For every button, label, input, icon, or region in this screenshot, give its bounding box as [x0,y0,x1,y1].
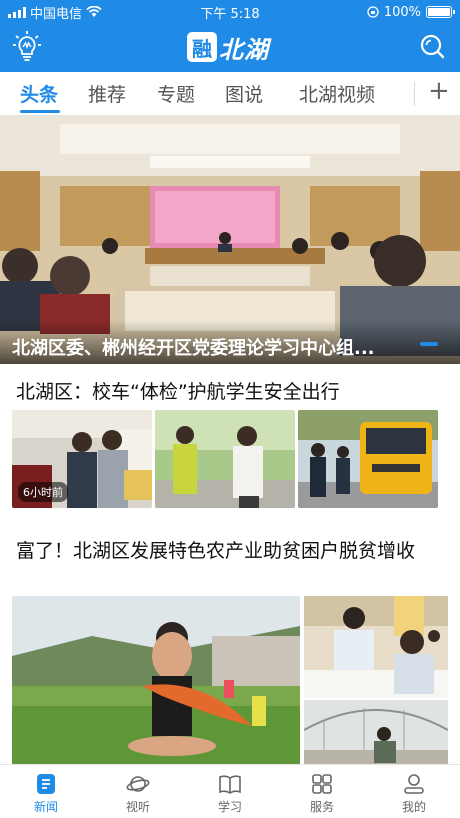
nav-label: 视听 [125,800,150,814]
battery-icon [426,6,455,18]
nav-study[interactable]: 学习 [184,765,276,818]
signal-icon [8,6,26,18]
channel-tabs: 头条 推荐 专题 图说 北湖视频 + [0,72,460,116]
article-image[interactable] [304,596,448,698]
status-bar: 中国电信 下午 5:18 100% [0,0,460,24]
lightbulb-icon[interactable] [12,30,42,64]
nav-profile[interactable]: 我的 [368,765,460,818]
article-image[interactable] [12,596,300,766]
article-thumbnail[interactable] [155,410,295,508]
nav-audio-video[interactable]: 视听 [92,765,184,818]
rotation-lock-icon [367,6,379,18]
article-title[interactable]: 北湖区：校车“体检”护航学生安全出行 [16,377,340,404]
app-logo: 融 北湖 [187,30,269,64]
active-tab-indicator [20,110,60,113]
article-title[interactable]: 富了！北湖区发展特色农产业助贫困户脱贫增收 [16,536,436,566]
nav-news[interactable]: 新闻 [0,765,92,818]
book-icon [219,775,241,794]
grid-icon [312,774,332,794]
nav-label: 服务 [309,800,334,814]
tab-headlines[interactable]: 头条 [20,80,58,107]
tab-topics[interactable]: 专题 [157,80,195,107]
profile-icon [404,774,424,794]
wifi-icon [86,6,102,17]
hero-banner[interactable]: 北湖区委、郴州经开区党委理论学习中心组... [0,116,460,364]
tab-recommended[interactable]: 推荐 [88,80,126,107]
planet-icon [126,776,150,792]
logo-text: 北湖 [219,35,269,64]
carrier-label: 中国电信 [30,6,83,22]
time-badge: 6小时前 [18,482,68,502]
article-image[interactable] [304,700,448,766]
hero-caption: 北湖区委、郴州经开区党委理论学习中心组... [0,320,460,364]
add-channel-button[interactable]: + [428,76,450,106]
tab-photo-stories[interactable]: 图说 [225,80,263,107]
article-thumbnail[interactable]: 6小时前 [12,410,152,508]
nav-label: 学习 [217,800,242,814]
nav-services[interactable]: 服务 [276,765,368,818]
carousel-indicator[interactable] [420,342,438,346]
nav-label: 新闻 [33,800,58,814]
nav-label: 我的 [401,800,426,814]
news-icon [37,774,55,794]
battery-percent: 100% [383,4,421,20]
article-thumbnail[interactable] [298,410,438,508]
search-icon[interactable] [418,32,446,60]
logo-badge: 融 [187,32,217,62]
tab-beihu-video[interactable]: 北湖视频 [299,80,375,107]
tab-divider [414,82,415,106]
app-header: 中国电信 下午 5:18 100% 融 北湖 [0,0,460,72]
bottom-navigation: 新闻 视听 学习 服务 我的 [0,764,460,818]
